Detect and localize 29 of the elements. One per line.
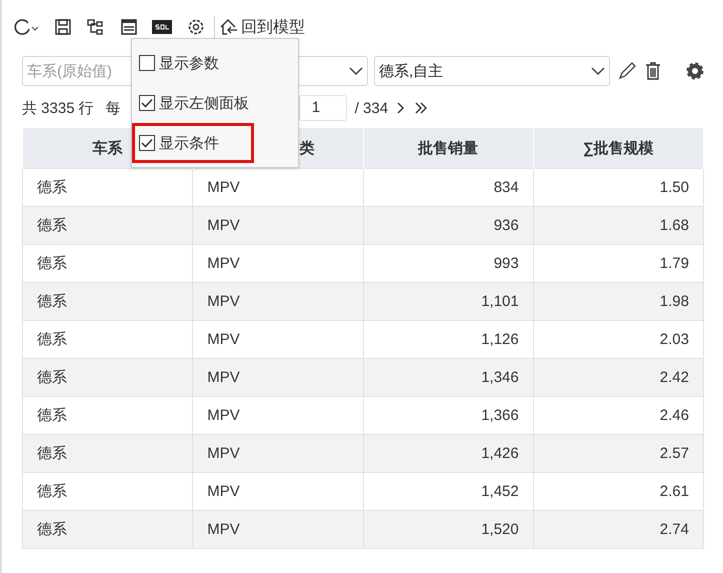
table-cell: MPV: [192, 168, 363, 206]
table-cell: 1.50: [533, 168, 704, 206]
table-cell: 1,426: [363, 434, 534, 472]
table-cell: 2.57: [533, 434, 704, 472]
table-cell: 德系: [22, 510, 193, 548]
table-cell: 2.42: [533, 358, 704, 396]
table-cell: 德系: [22, 206, 193, 244]
page-size-label: 每: [106, 98, 121, 118]
table-cell: 德系: [22, 168, 193, 206]
table-cell: 1.98: [533, 282, 704, 320]
table-cell: MPV: [192, 434, 363, 472]
table-cell: MPV: [192, 206, 363, 244]
table-cell: 德系: [22, 434, 193, 472]
row-count: 共 3335 行: [22, 98, 94, 118]
table-cell: 834: [363, 168, 534, 206]
table-cell: 德系: [22, 282, 193, 320]
page-total: / 334: [354, 100, 388, 116]
column-header: 批售销量: [363, 128, 534, 168]
column-header: ∑批售规模: [533, 128, 704, 168]
table-cell: 1,101: [363, 282, 534, 320]
table-cell: 936: [363, 206, 534, 244]
table-cell: 1,520: [363, 510, 534, 548]
table-cell: MPV: [192, 510, 363, 548]
table-cell: 1,346: [363, 358, 534, 396]
table-cell: MPV: [192, 358, 363, 396]
table-cell: 德系: [22, 358, 193, 396]
table-cell: MPV: [192, 282, 363, 320]
table-cell: 1.68: [533, 206, 704, 244]
table-cell: 2.74: [533, 510, 704, 548]
